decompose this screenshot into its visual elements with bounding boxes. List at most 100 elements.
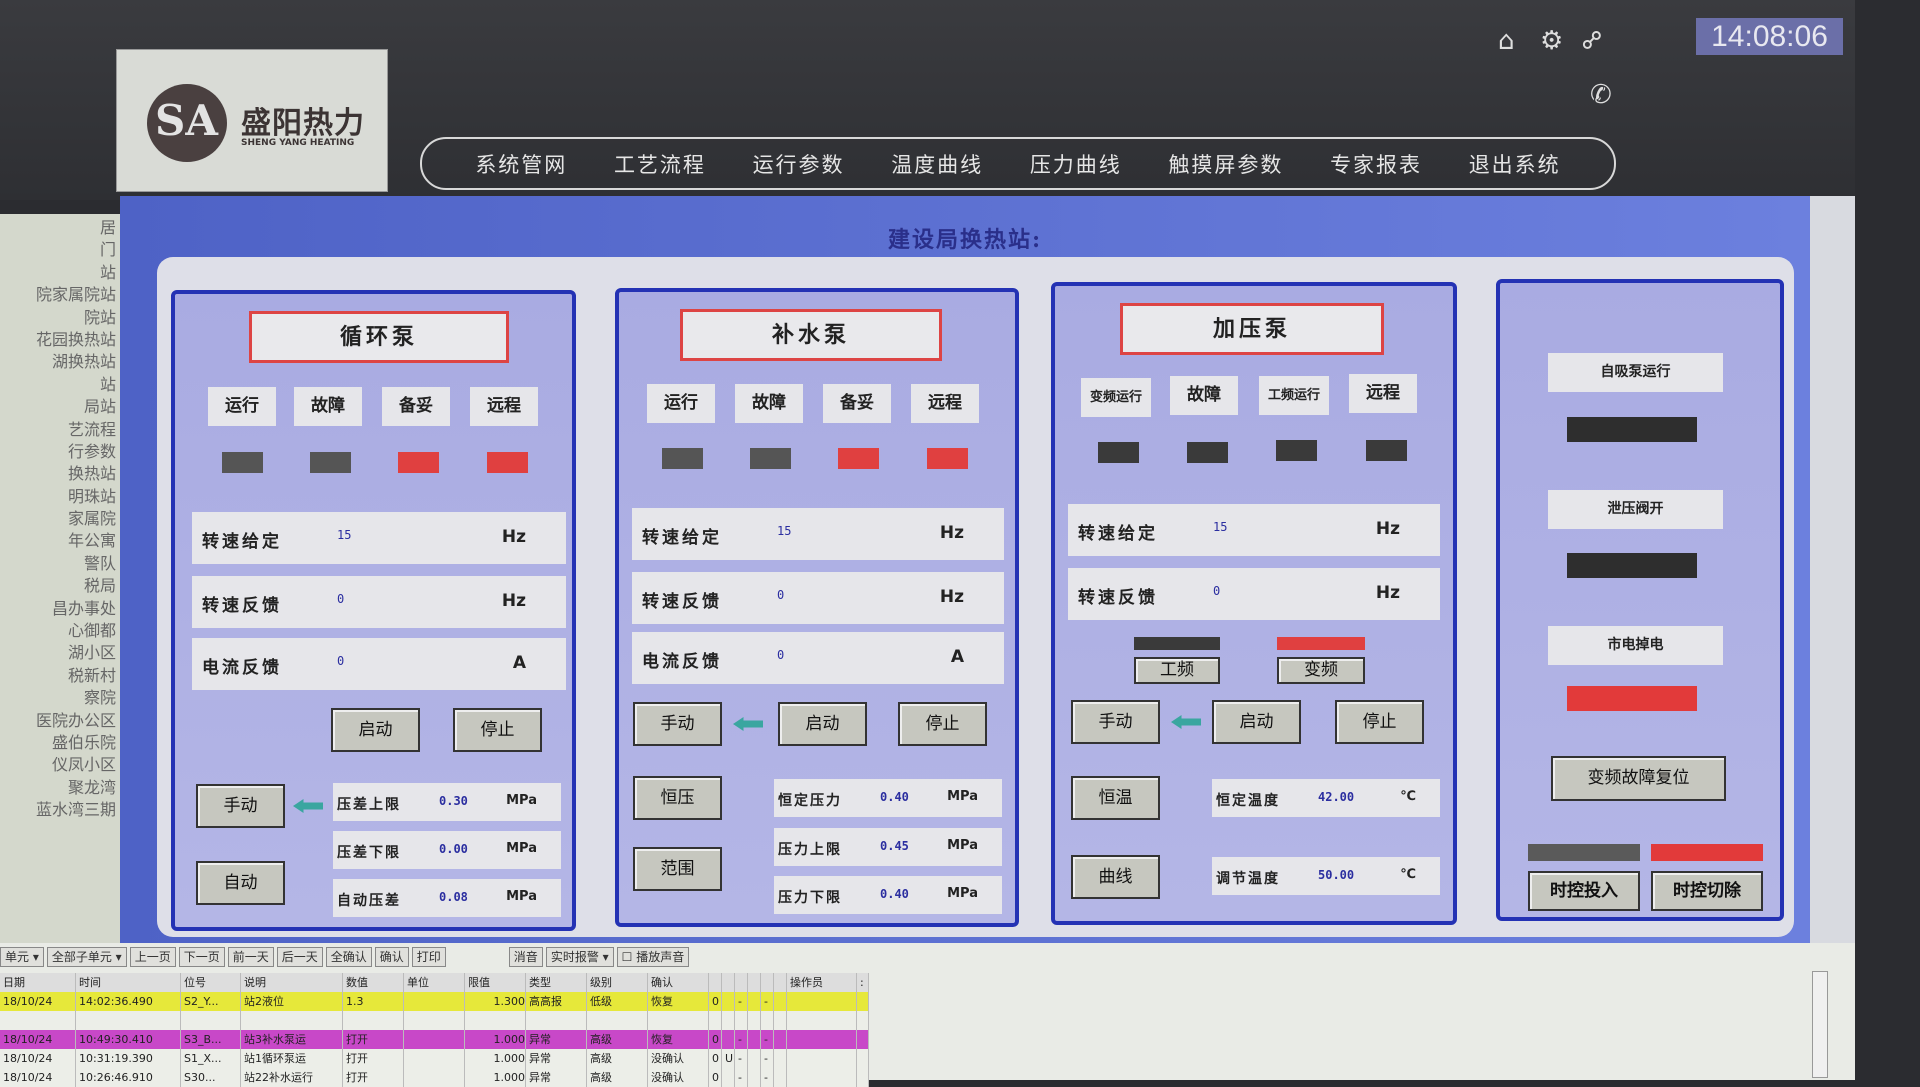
- nav-touchscreen-params[interactable]: 触摸屏参数: [1168, 149, 1283, 179]
- station-list-item[interactable]: 站: [0, 259, 118, 282]
- column-header[interactable]: 类型: [526, 973, 587, 992]
- value[interactable]: 0.40: [880, 790, 909, 804]
- column-header[interactable]: [774, 973, 787, 992]
- column-header[interactable]: [761, 973, 774, 992]
- station-list-item[interactable]: 站: [0, 371, 118, 394]
- value[interactable]: 50.00: [1318, 868, 1354, 882]
- manual-button[interactable]: 手动: [633, 702, 722, 746]
- alarm-toolbar-button[interactable]: 下一页: [178, 947, 225, 967]
- column-header[interactable]: [735, 973, 748, 992]
- station-list-item[interactable]: 警队: [0, 550, 118, 573]
- nav-pressure-curve[interactable]: 压力曲线: [1030, 149, 1122, 179]
- column-header[interactable]: 操作员: [787, 973, 857, 992]
- station-list-item[interactable]: 院家属院站: [0, 281, 118, 304]
- alarm-toolbar-button[interactable]: 确认: [374, 947, 409, 967]
- column-header[interactable]: [709, 973, 722, 992]
- phone-icon[interactable]: ✆: [1590, 80, 1612, 110]
- alarm-row[interactable]: 18/10/24 10:31:19.390 S1_X... 站1循环泵运 打开 1.000…: [0, 1049, 869, 1068]
- station-list-item[interactable]: 聚龙湾: [0, 774, 118, 797]
- station-list[interactable]: 居门站院家属院站 院站 花园换热站 湖换热站站局站 艺流程 行参数 换热站 明珠站 家属院 年公寓…: [0, 214, 122, 943]
- value[interactable]: 0.08: [439, 890, 468, 904]
- nav-run-params[interactable]: 运行参数: [753, 149, 845, 179]
- var-freq-button[interactable]: 变频: [1277, 657, 1365, 684]
- alarm-toolbar-button[interactable]: 后一天: [276, 947, 323, 967]
- station-list-item[interactable]: 局站: [0, 393, 118, 416]
- value[interactable]: 15: [337, 528, 351, 542]
- station-list-item[interactable]: 年公寓: [0, 527, 118, 550]
- timer-on-button[interactable]: 时控投入: [1528, 871, 1640, 911]
- station-list-item[interactable]: 医院办公区: [0, 707, 118, 730]
- column-header[interactable]: 限值: [465, 973, 526, 992]
- value[interactable]: 15: [1213, 520, 1227, 534]
- power-freq-button[interactable]: 工频: [1134, 657, 1220, 684]
- station-list-item[interactable]: 税局: [0, 572, 118, 595]
- start-button[interactable]: 启动: [1212, 700, 1301, 744]
- constant-temp-button[interactable]: 恒温: [1071, 776, 1160, 820]
- alarm-toolbar-button[interactable]: 单元 ▾: [0, 947, 44, 967]
- start-button[interactable]: 启动: [331, 708, 420, 752]
- column-header[interactable]: 位号: [181, 973, 241, 992]
- station-list-item[interactable]: 察院: [0, 684, 118, 707]
- alarm-toolbar-button[interactable]: 实时报警 ▾: [545, 947, 614, 967]
- value[interactable]: 0.30: [439, 794, 468, 808]
- station-list-item[interactable]: 艺流程: [0, 416, 118, 439]
- auto-button[interactable]: 自动: [196, 861, 285, 905]
- station-list-item[interactable]: 昌办事处: [0, 595, 118, 618]
- column-header[interactable]: 单位: [404, 973, 465, 992]
- stop-button[interactable]: 停止: [1335, 700, 1424, 744]
- nav-pipe-network[interactable]: 系统管网: [475, 149, 567, 179]
- column-header[interactable]: 数值: [343, 973, 404, 992]
- station-list-item[interactable]: 湖换热站: [0, 348, 118, 371]
- value[interactable]: 0.45: [880, 839, 909, 853]
- station-list-item[interactable]: 院站: [0, 304, 118, 327]
- nav-temp-curve[interactable]: 温度曲线: [891, 149, 983, 179]
- constant-pressure-button[interactable]: 恒压: [633, 776, 722, 820]
- nav-exit[interactable]: 退出系统: [1469, 149, 1561, 179]
- home-icon[interactable]: ⌂: [1498, 26, 1515, 56]
- start-button[interactable]: 启动: [778, 702, 867, 746]
- range-button[interactable]: 范围: [633, 847, 722, 891]
- column-header[interactable]: 日期: [0, 973, 76, 992]
- nav-expert-report[interactable]: 专家报表: [1330, 149, 1422, 179]
- curve-button[interactable]: 曲线: [1071, 855, 1160, 899]
- value[interactable]: 15: [777, 524, 791, 538]
- column-header[interactable]: 说明: [241, 973, 343, 992]
- column-header[interactable]: [722, 973, 735, 992]
- station-list-item[interactable]: 心御都: [0, 617, 118, 640]
- vfd-fault-reset-button[interactable]: 变频故障复位: [1551, 756, 1726, 801]
- value[interactable]: 0.00: [439, 842, 468, 856]
- station-list-item[interactable]: 换热站: [0, 460, 118, 483]
- gear-icon[interactable]: ⚙: [1540, 26, 1563, 56]
- station-list-item[interactable]: 湖小区: [0, 639, 118, 662]
- value[interactable]: 42.00: [1318, 790, 1354, 804]
- alarm-toolbar-button[interactable]: 上一页: [129, 947, 176, 967]
- alarm-toolbar-button[interactable]: 前一天: [227, 947, 274, 967]
- alarm-row[interactable]: 18/10/24 10:49:30.410 S3_B... 站3补水泵运 打开 1.000…: [0, 1030, 869, 1049]
- nav-process-flow[interactable]: 工艺流程: [614, 149, 706, 179]
- alarm-toolbar-button[interactable]: 全确认: [325, 947, 372, 967]
- column-header[interactable]: 级别: [587, 973, 648, 992]
- station-list-item[interactable]: 花园换热站: [0, 326, 118, 349]
- alarm-toolbar-button[interactable]: 全部子单元 ▾: [46, 947, 127, 967]
- station-list-item[interactable]: 仪凤小区: [0, 751, 118, 774]
- station-list-item[interactable]: 盛伯乐院: [0, 729, 118, 752]
- column-header[interactable]: :: [857, 973, 869, 992]
- alarm-scrollbar[interactable]: [1812, 971, 1828, 1078]
- manual-button[interactable]: 手动: [1071, 700, 1160, 744]
- station-list-item[interactable]: 蓝水湾三期: [0, 796, 118, 819]
- alarm-row[interactable]: [0, 1011, 869, 1030]
- station-list-item[interactable]: 行参数: [0, 438, 118, 461]
- alarm-row[interactable]: 18/10/24 10:26:46.910 S30... 站22补水运行 打开 1.000…: [0, 1068, 869, 1087]
- value[interactable]: 0.40: [880, 887, 909, 901]
- alarm-toolbar-button[interactable]: 打印: [411, 947, 446, 967]
- stop-button[interactable]: 停止: [898, 702, 987, 746]
- column-header[interactable]: 确认: [648, 973, 709, 992]
- manual-button[interactable]: 手动: [196, 784, 285, 828]
- column-header[interactable]: 时间: [76, 973, 181, 992]
- alarm-row[interactable]: 18/10/24 14:02:36.490 S2_Y... 站2液位 1.3 1.300 高…: [0, 992, 869, 1011]
- station-list-item[interactable]: 家属院: [0, 505, 118, 528]
- timer-off-button[interactable]: 时控切除: [1651, 871, 1763, 911]
- column-header[interactable]: [748, 973, 761, 992]
- station-list-item[interactable]: 居: [0, 214, 118, 237]
- station-list-item[interactable]: 明珠站: [0, 483, 118, 506]
